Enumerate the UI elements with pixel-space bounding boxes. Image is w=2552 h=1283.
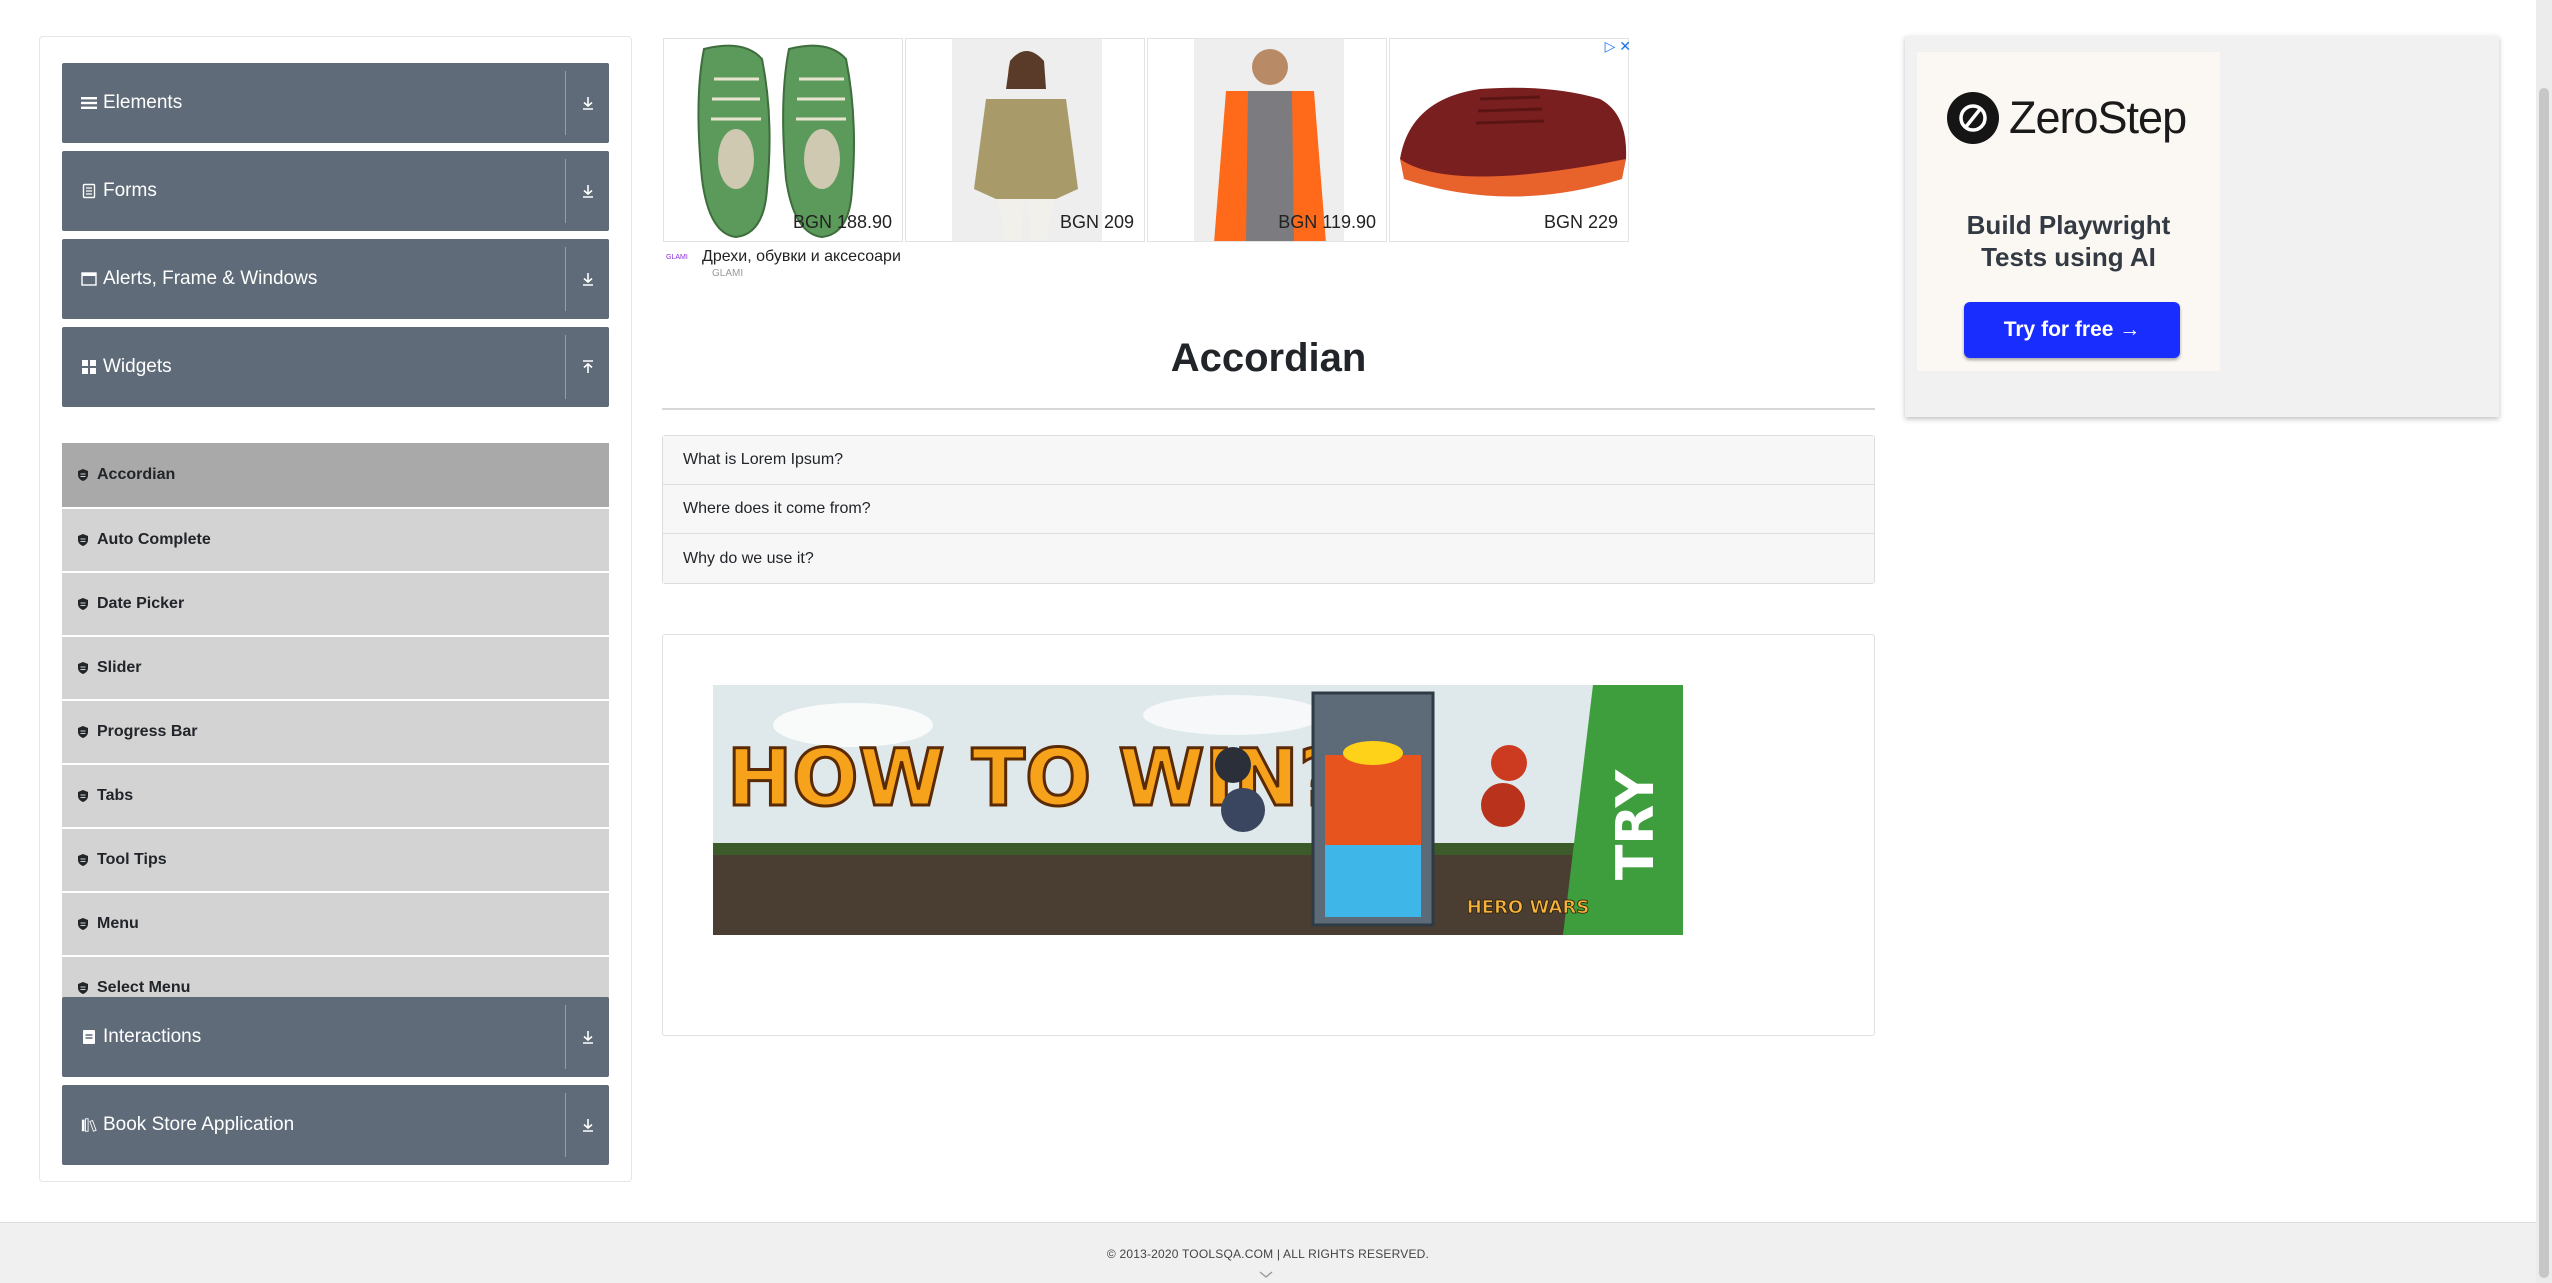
scrollbar-thumb[interactable]: [2539, 88, 2549, 1278]
menu-item-label: Accordian: [97, 466, 176, 483]
group-label: Book Store Application: [103, 1114, 295, 1135]
interactions-icon: [81, 1029, 97, 1045]
zerostep-tagline-2: Tests using AI: [1981, 242, 2156, 272]
shield-icon: [77, 789, 89, 803]
zerostep-ad-card: ZeroStep Build Playwright Tests using AI…: [1917, 52, 2220, 371]
ad-subtitle: GLAMI: [712, 268, 744, 279]
zerostep-ad[interactable]: ZeroStep Build Playwright Tests using AI…: [1905, 36, 2499, 417]
menu-item-slider[interactable]: Slider: [62, 635, 609, 699]
menu-item-label: Date Picker: [97, 595, 185, 612]
group-header-widgets[interactable]: Widgets: [62, 327, 609, 407]
page-title: Accordian: [1170, 336, 1367, 380]
menu-item-tool-tips[interactable]: Tool Tips: [62, 827, 609, 891]
form-icon: [81, 183, 97, 199]
accordion-section-header[interactable]: Why do we use it?: [663, 534, 1874, 583]
ad-title[interactable]: Дрехи, обувки и аксесоари: [702, 248, 901, 266]
accordion: What is Lorem Ipsum? Where does it come …: [662, 435, 1875, 584]
expand-icon[interactable]: [565, 1005, 609, 1069]
window-icon: [81, 271, 97, 287]
group-label: Forms: [103, 180, 157, 201]
group-label: Alerts, Frame & Windows: [103, 268, 318, 289]
title-divider: [662, 408, 1875, 410]
menu-item-label: Progress Bar: [97, 723, 198, 740]
zerostep-logo-icon: [1947, 92, 1999, 144]
collapse-icon[interactable]: [565, 335, 609, 399]
menu-item-menu[interactable]: Menu: [62, 891, 609, 955]
group-header-alerts[interactable]: Alerts, Frame & Windows: [62, 239, 609, 319]
group-header-elements[interactable]: Elements: [62, 63, 609, 143]
zerostep-brand: ZeroStep: [1947, 92, 2187, 144]
hero-wars-ad[interactable]: HOW TO WIN? TRY HERO WARS: [713, 685, 1683, 935]
shield-icon: [77, 661, 89, 675]
glami-logo: GLAMI: [666, 253, 688, 261]
footer: © 2013-2020 TOOLSQA.COM | ALL RIGHTS RES…: [0, 1222, 2536, 1283]
menu-item-label: Menu: [97, 915, 139, 932]
menu-item-label: Slider: [97, 659, 142, 676]
product-card[interactable]: BGN 209: [905, 38, 1145, 242]
shield-icon: [77, 725, 89, 739]
widgets-icon: [81, 359, 97, 375]
group-label: Interactions: [103, 1026, 202, 1047]
zerostep-tagline-1: Build Playwright: [1966, 210, 2171, 240]
bars-icon: [81, 95, 97, 111]
expand-icon[interactable]: [565, 1093, 609, 1157]
menu-item-label: Select Menu: [97, 979, 191, 996]
product-card[interactable]: BGN 188.90: [663, 38, 903, 242]
product-price: BGN 209: [1059, 212, 1134, 232]
group-header-forms[interactable]: Forms: [62, 151, 609, 231]
expand-icon[interactable]: [565, 71, 609, 135]
zerostep-name: ZeroStep: [2009, 92, 2187, 143]
menu-item-label: Tabs: [97, 787, 134, 804]
game-ad-brand: HERO WARS: [1467, 897, 1590, 918]
product-card[interactable]: BGN 119.90: [1147, 38, 1387, 242]
footer-copyright: © 2013-2020 TOOLSQA.COM | ALL RIGHTS RES…: [1106, 1247, 1430, 1261]
game-ad-container: HOW TO WIN? TRY HERO WARS: [662, 634, 1875, 1036]
product-price: BGN 229: [1543, 212, 1618, 232]
accordion-section-header[interactable]: Where does it come from?: [663, 485, 1874, 534]
menu-item-tabs[interactable]: Tabs: [62, 763, 609, 827]
page: Elements Forms Alerts, Frame & Windows W…: [0, 0, 2552, 1283]
menu-item-progress-bar[interactable]: Progress Bar: [62, 699, 609, 763]
expand-icon[interactable]: [565, 247, 609, 311]
shield-icon: [77, 981, 89, 995]
product-price: BGN 188.90: [792, 212, 892, 232]
group-label: Elements: [103, 92, 183, 113]
group-label: Widgets: [103, 356, 172, 377]
shield-icon: [77, 853, 89, 867]
book-store-icon: [81, 1117, 97, 1133]
page-scrollbar[interactable]: [2536, 0, 2552, 1283]
product-card[interactable]: BGN 229: [1389, 38, 1629, 242]
shield-icon: [77, 468, 89, 482]
ad-brand-row: GLAMI Дрехи, обувки и аксесоари: [666, 248, 901, 266]
menu-item-date-picker[interactable]: Date Picker: [62, 571, 609, 635]
expand-icon[interactable]: [565, 159, 609, 223]
group-header-interactions[interactable]: Interactions: [62, 997, 609, 1077]
try-for-free-button[interactable]: Try for free →: [1964, 302, 2180, 358]
menu-item-auto-complete[interactable]: Auto Complete: [62, 507, 609, 571]
shield-icon: [77, 597, 89, 611]
ad-choices-icon[interactable]: ▷ ✕: [1605, 38, 1631, 55]
accordion-section-header[interactable]: What is Lorem Ipsum?: [663, 436, 1874, 485]
widgets-menu-list: Accordian Auto Complete Date Picker Slid…: [62, 443, 609, 1019]
product-ad-banner[interactable]: BGN 188.90 BGN 209 BGN 119.90 BGN 229 ▷ …: [663, 38, 1631, 283]
group-header-book-store[interactable]: Book Store Application: [62, 1085, 609, 1165]
menu-item-label: Tool Tips: [97, 851, 167, 868]
menu-item-label: Auto Complete: [97, 531, 211, 548]
left-panel: Elements Forms Alerts, Frame & Windows W…: [39, 36, 632, 1182]
product-price: BGN 119.90: [1278, 212, 1376, 232]
game-ad-cta: TRY: [1606, 768, 1666, 880]
shield-icon: [77, 533, 89, 547]
chevron-down-icon[interactable]: [1258, 1267, 1274, 1283]
shield-icon: [77, 917, 89, 931]
menu-item-accordian[interactable]: Accordian: [62, 443, 609, 507]
